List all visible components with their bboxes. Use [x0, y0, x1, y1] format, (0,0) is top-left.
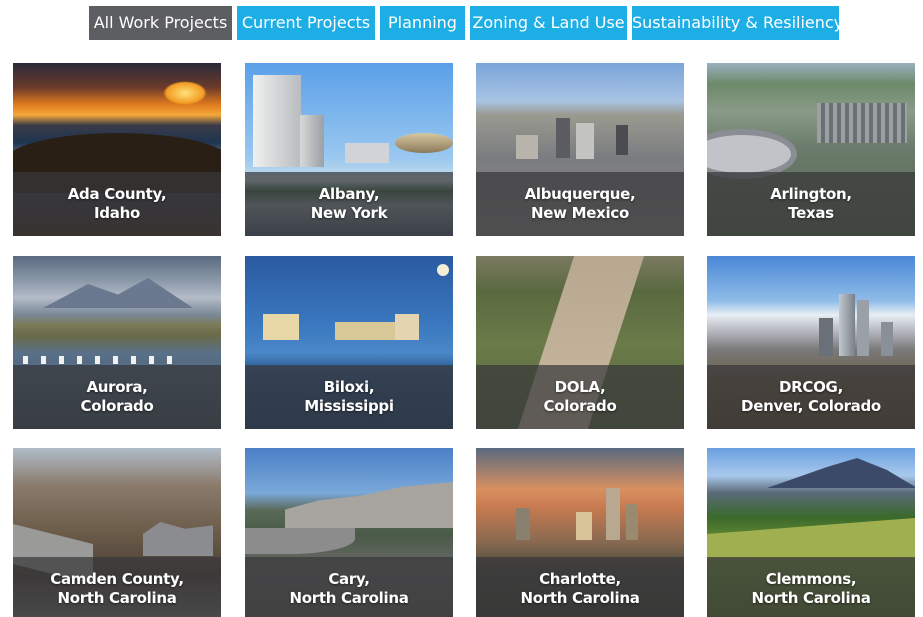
project-name: DOLA,: [554, 378, 606, 396]
project-tile-ada-county[interactable]: Ada County, Idaho: [13, 63, 221, 236]
project-location: Colorado: [80, 397, 154, 415]
project-tile-dola[interactable]: DOLA, Colorado: [476, 256, 684, 429]
project-name: Arlington,: [770, 185, 852, 203]
project-name: Clemmons,: [765, 570, 857, 588]
filter-sustainability-resiliency[interactable]: Sustainability & Resiliency: [632, 6, 843, 40]
project-tile-camden-county[interactable]: Camden County, North Carolina: [13, 448, 221, 617]
project-location: North Carolina: [57, 589, 177, 607]
project-location: Texas: [788, 204, 834, 222]
project-name: Albany,: [318, 185, 380, 203]
project-tile-drcog[interactable]: DRCOG, Denver, Colorado: [707, 256, 915, 429]
project-location: Mississippi: [304, 397, 394, 415]
project-caption: DRCOG, Denver, Colorado: [707, 365, 915, 429]
project-tile-arlington[interactable]: Arlington, Texas: [707, 63, 915, 236]
project-tile-cary[interactable]: Cary, North Carolina: [245, 448, 453, 617]
project-tile-aurora[interactable]: Aurora, Colorado: [13, 256, 221, 429]
project-location: New York: [310, 204, 388, 222]
project-caption: Clemmons, North Carolina: [707, 557, 915, 617]
project-location: Denver, Colorado: [741, 397, 881, 415]
project-name: Biloxi,: [323, 378, 375, 396]
filter-zoning-land-use[interactable]: Zoning & Land Use: [470, 6, 627, 40]
project-caption: Cary, North Carolina: [245, 557, 453, 617]
project-tile-clemmons[interactable]: Clemmons, North Carolina: [707, 448, 915, 617]
project-name: Charlotte,: [539, 570, 621, 588]
project-location: Colorado: [543, 397, 617, 415]
project-tile-charlotte[interactable]: Charlotte, North Carolina: [476, 448, 684, 617]
project-tile-albuquerque[interactable]: Albuquerque, New Mexico: [476, 63, 684, 236]
project-tile-albany[interactable]: Albany, New York: [245, 63, 453, 236]
project-name: Albuquerque,: [524, 185, 636, 203]
project-caption: Arlington, Texas: [707, 172, 915, 236]
project-caption: Albany, New York: [245, 172, 453, 236]
project-filter-bar: All Work Projects Current Projects Plann…: [0, 6, 923, 40]
project-caption: Charlotte, North Carolina: [476, 557, 684, 617]
project-caption: Ada County, Idaho: [13, 172, 221, 236]
project-location: North Carolina: [289, 589, 409, 607]
project-caption: Camden County, North Carolina: [13, 557, 221, 617]
project-tile-biloxi[interactable]: Biloxi, Mississippi: [245, 256, 453, 429]
project-name: Ada County,: [67, 185, 167, 203]
project-caption: Biloxi, Mississippi: [245, 365, 453, 429]
project-caption: DOLA, Colorado: [476, 365, 684, 429]
project-location: North Carolina: [751, 589, 871, 607]
project-caption: Albuquerque, New Mexico: [476, 172, 684, 236]
project-name: DRCOG,: [779, 378, 843, 396]
project-location: Idaho: [94, 204, 140, 222]
filter-current-projects[interactable]: Current Projects: [237, 6, 375, 40]
project-name: Cary,: [328, 570, 370, 588]
filter-planning[interactable]: Planning: [380, 6, 465, 40]
filter-all-work-projects[interactable]: All Work Projects: [89, 6, 232, 40]
project-location: New Mexico: [531, 204, 629, 222]
project-name: Aurora,: [86, 378, 148, 396]
project-location: North Carolina: [520, 589, 640, 607]
project-caption: Aurora, Colorado: [13, 365, 221, 429]
project-name: Camden County,: [50, 570, 184, 588]
